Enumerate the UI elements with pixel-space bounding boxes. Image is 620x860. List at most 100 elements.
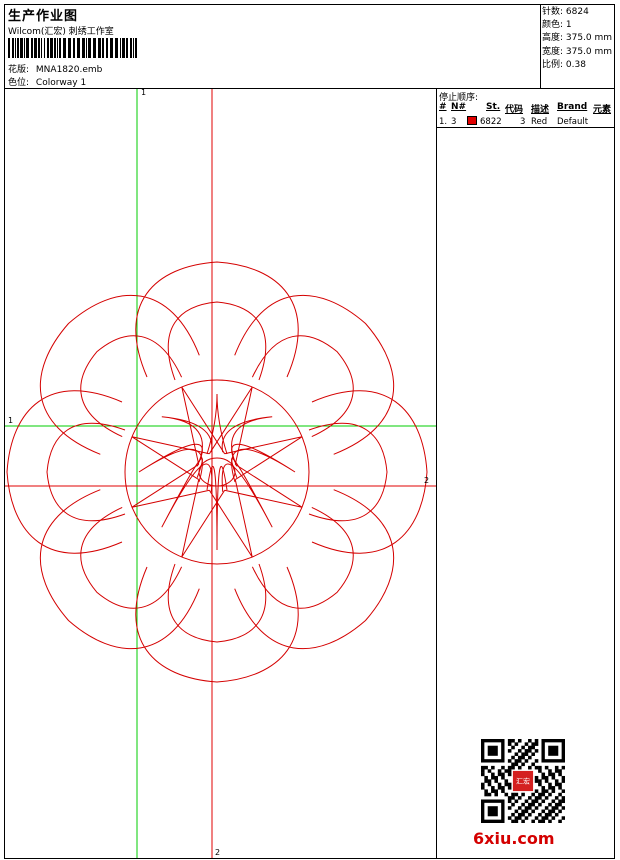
barcode [8, 38, 137, 58]
inner-leaf [161, 416, 213, 467]
design-width: 宽度: 375.0 mm [542, 46, 613, 57]
qr-module [551, 772, 556, 777]
qr-module [551, 806, 556, 810]
barcode-bar [68, 38, 71, 58]
qr-module [554, 779, 559, 783]
barcode-bar [17, 38, 19, 58]
qr-module [541, 772, 546, 777]
qr-module [551, 786, 556, 790]
barcode-bar [77, 38, 80, 58]
qr-module [554, 802, 559, 807]
barcode-bar [50, 38, 53, 58]
qr-module [538, 796, 542, 800]
row-description: Red [531, 117, 548, 127]
qr-module [507, 739, 512, 743]
qr-module [491, 765, 495, 770]
qr-module [558, 786, 562, 790]
qr-module [521, 809, 525, 814]
qr-module [524, 759, 529, 763]
qr-module [511, 812, 515, 817]
barcode-bar [8, 38, 10, 58]
qr-module [487, 792, 492, 797]
outer-petal [135, 566, 299, 683]
qr-module [507, 749, 512, 753]
inner-petal [251, 506, 354, 609]
qr-module [538, 779, 542, 783]
qr-module [501, 789, 505, 793]
qr-module [534, 742, 539, 746]
qr-code: 汇宏 [481, 739, 565, 823]
qr-module [528, 745, 532, 750]
qr-module [517, 765, 522, 770]
stop-table-divider [436, 127, 615, 128]
barcode-bar [20, 38, 23, 58]
qr-module [524, 752, 529, 756]
qr-module [548, 802, 552, 807]
qr-module [531, 745, 535, 750]
qr-module [507, 796, 512, 800]
qr-module [561, 806, 565, 810]
qr-module [528, 755, 532, 760]
inner-leaf [206, 466, 228, 551]
qr-module [551, 789, 556, 793]
qr-module [554, 782, 559, 787]
qr-module [521, 802, 525, 807]
row-brand: Default [557, 117, 589, 127]
qr-module [531, 809, 535, 814]
inner-leaf [206, 393, 228, 455]
qr-module [511, 796, 515, 800]
watermark: 6xiu.com [473, 829, 555, 848]
qr-module [558, 782, 562, 787]
barcode-bar [135, 38, 137, 58]
guide-label-v1: 1 [141, 88, 147, 97]
qr-module [517, 816, 522, 820]
qr-module [528, 765, 532, 770]
header-needle: N# [451, 102, 467, 112]
qr-module [491, 772, 495, 777]
qr-module [507, 772, 512, 777]
barcode-bar [133, 38, 134, 58]
qr-module [558, 802, 562, 807]
qr-module [534, 749, 539, 753]
header-brand: Brand [557, 102, 588, 112]
qr-module [521, 752, 525, 756]
barcode-bar [93, 38, 96, 58]
qr-module [517, 749, 522, 753]
inner-petal [167, 563, 267, 643]
row-stitches: 6822 [480, 117, 502, 127]
qr-module [541, 799, 546, 804]
inner-petal [251, 335, 354, 438]
colorway-label: 色位: [8, 78, 30, 88]
flower-motif [6, 261, 428, 683]
qr-module [538, 812, 542, 817]
qr-module [507, 782, 512, 787]
qr-module [491, 786, 495, 790]
barcode-bar [98, 38, 101, 58]
qr-module [541, 819, 546, 823]
qr-module [531, 792, 535, 797]
barcode-bar [102, 38, 104, 58]
qr-module [487, 779, 492, 783]
qr-module [561, 799, 565, 804]
qr-module [514, 792, 519, 797]
qr-module [497, 769, 502, 773]
qr-module [504, 782, 509, 787]
qr-module [524, 749, 529, 753]
barcode-bar [31, 38, 33, 58]
qr-module [541, 792, 546, 797]
outer-petal [135, 261, 299, 378]
qr-module [551, 809, 556, 814]
qr-finder-core [487, 745, 498, 756]
inner-petal [167, 301, 267, 381]
design-label: 花版: [8, 65, 30, 75]
embroidery-design-canvas [5, 89, 436, 858]
qr-module [484, 789, 488, 793]
qr-module [517, 739, 522, 743]
qr-module [544, 765, 549, 770]
qr-module [517, 806, 522, 810]
barcode-bar [12, 38, 14, 58]
company-name: Wilcom(汇宏) 刺绣工作室 [8, 27, 114, 37]
qr-module [521, 745, 525, 750]
outer-petal [39, 489, 200, 650]
qr-module [534, 806, 539, 810]
